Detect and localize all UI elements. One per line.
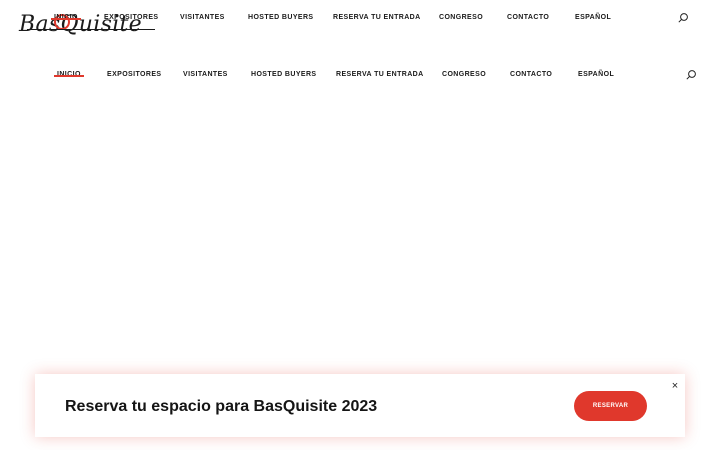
nav-item-inicio[interactable]: INICIO — [54, 65, 84, 85]
nav-item-congreso[interactable]: CONGRESO — [442, 65, 486, 85]
nav-item-contacto[interactable]: CONTACTO — [510, 65, 552, 85]
nav-item-reserva-tu-entrada[interactable]: RESERVA TU ENTRADA — [336, 65, 424, 85]
nav-item-contacto[interactable]: CONTACTO — [507, 8, 549, 28]
nav-item-visitantes[interactable]: VISITANTES — [180, 8, 225, 28]
search-icon[interactable] — [685, 69, 697, 81]
nav-item-inicio[interactable]: INICIO — [51, 8, 81, 28]
nav-item-expositores[interactable]: EXPOSITORES — [107, 65, 161, 85]
promo-title: Reserva tu espacio para BasQuisite 2023 — [65, 398, 378, 415]
logo-swash-line — [27, 29, 155, 30]
nav-item-espanol[interactable]: ESPAÑOL — [575, 8, 611, 28]
nav-item-hosted-buyers[interactable]: HOSTED BUYERS — [251, 65, 317, 85]
top-header: BasQuisite INICIO EXPOSITORES VISITANTES… — [0, 0, 720, 40]
promo-banner: Reserva tu espacio para BasQuisite 2023 … — [35, 374, 685, 437]
nav-item-congreso[interactable]: CONGRESO — [439, 8, 483, 28]
sticky-nav: INICIO EXPOSITORES VISITANTES HOSTED BUY… — [0, 65, 720, 85]
nav-item-expositores[interactable]: EXPOSITORES — [104, 8, 158, 28]
nav-item-hosted-buyers[interactable]: HOSTED BUYERS — [248, 8, 314, 28]
nav-item-reserva-tu-entrada[interactable]: RESERVA TU ENTRADA — [333, 8, 421, 28]
search-icon[interactable] — [677, 12, 689, 24]
reservar-button[interactable]: RESERVAR — [574, 391, 647, 421]
nav-item-espanol[interactable]: ESPAÑOL — [578, 65, 614, 85]
primary-nav: INICIO EXPOSITORES VISITANTES HOSTED BUY… — [0, 8, 720, 28]
nav-item-visitantes[interactable]: VISITANTES — [183, 65, 228, 85]
close-icon[interactable]: × — [668, 379, 682, 393]
